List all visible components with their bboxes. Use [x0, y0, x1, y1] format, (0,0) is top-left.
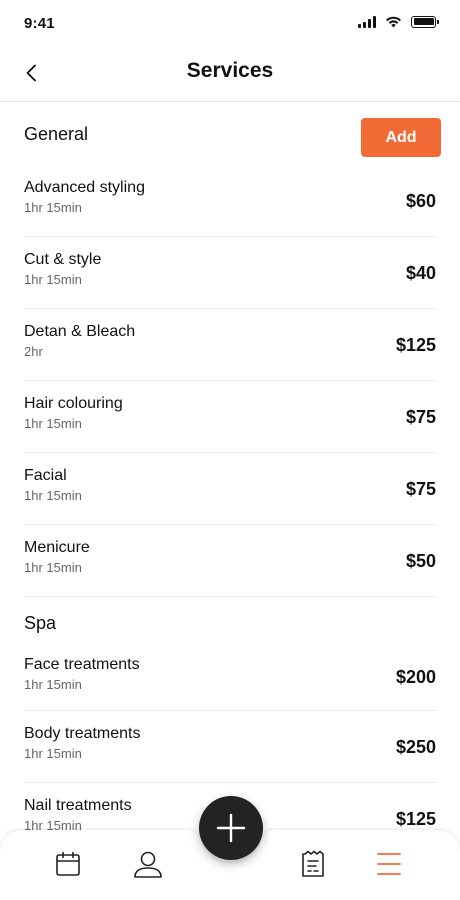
- service-price: $50: [405, 551, 436, 571]
- service-name: Facial: [24, 467, 67, 484]
- section-title: Spa: [24, 612, 57, 633]
- section-header-general: General Add: [0, 103, 460, 165]
- status-time: 9:41: [24, 15, 55, 32]
- service-row[interactable]: Facial 1hr 15min $75: [24, 453, 436, 525]
- service-row[interactable]: Menicure 1hr 15min $50: [24, 525, 436, 597]
- service-duration: 1hr 15min: [24, 272, 82, 287]
- service-duration: 1hr 15min: [24, 746, 82, 761]
- service-price: $60: [405, 191, 436, 211]
- plus-icon: [216, 813, 246, 843]
- tab-invoices[interactable]: [297, 848, 329, 880]
- service-name: Nail treatments: [24, 797, 132, 814]
- service-duration: 1hr 15min: [24, 416, 82, 431]
- receipt-icon: [302, 850, 324, 877]
- service-name: Body treatments: [24, 725, 141, 742]
- add-fab-button[interactable]: [199, 796, 263, 860]
- service-name: Hair colouring: [24, 395, 123, 412]
- service-name: Advanced styling: [24, 179, 145, 196]
- service-duration: 1hr 15min: [24, 488, 82, 503]
- service-row[interactable]: Cut & style 1hr 15min $40: [24, 237, 436, 309]
- service-row[interactable]: Body treatments 1hr 15min $250: [24, 711, 436, 783]
- service-duration: 2hr: [24, 344, 43, 359]
- menu-icon: [377, 853, 401, 875]
- service-duration: 1hr 15min: [24, 560, 82, 575]
- service-name: Detan & Bleach: [24, 323, 136, 340]
- status-bar: 9:41: [0, 0, 460, 46]
- tab-menu[interactable]: [373, 848, 405, 880]
- section-title: General: [24, 123, 89, 144]
- services-list[interactable]: General Add Advanced styling 1hr 15min $…: [0, 103, 460, 833]
- service-price: $75: [405, 407, 436, 427]
- user-icon: [134, 851, 162, 878]
- service-price: $200: [395, 667, 436, 687]
- service-duration: 1hr 15min: [24, 200, 82, 215]
- nav-bar: Services: [0, 46, 460, 102]
- calendar-icon: [56, 851, 80, 876]
- service-row[interactable]: Advanced styling 1hr 15min $60: [24, 165, 436, 237]
- battery-icon: [411, 15, 439, 28]
- page-title: Services: [186, 59, 274, 82]
- service-price: $125: [395, 809, 436, 829]
- service-duration: 1hr 15min: [24, 677, 82, 692]
- service-row[interactable]: Detan & Bleach 2hr $125: [24, 309, 436, 381]
- service-row[interactable]: Hair colouring 1hr 15min $75: [24, 381, 436, 453]
- service-row[interactable]: Face treatments 1hr 15min $200: [24, 649, 436, 711]
- service-name: Menicure: [24, 539, 90, 556]
- cellular-signal-icon: [358, 15, 376, 28]
- service-price: $40: [405, 263, 436, 283]
- service-price: $75: [405, 479, 436, 499]
- service-price: $125: [395, 335, 436, 355]
- tab-calendar[interactable]: [52, 848, 84, 880]
- service-name: Face treatments: [24, 656, 140, 673]
- wifi-icon: [386, 16, 401, 28]
- status-icons: [358, 15, 439, 28]
- section-header-spa: Spa: [0, 597, 460, 649]
- service-price: $250: [395, 737, 436, 757]
- service-name: Cut & style: [24, 251, 102, 268]
- add-service-button[interactable]: Add: [361, 118, 441, 157]
- tab-profile[interactable]: [132, 848, 164, 880]
